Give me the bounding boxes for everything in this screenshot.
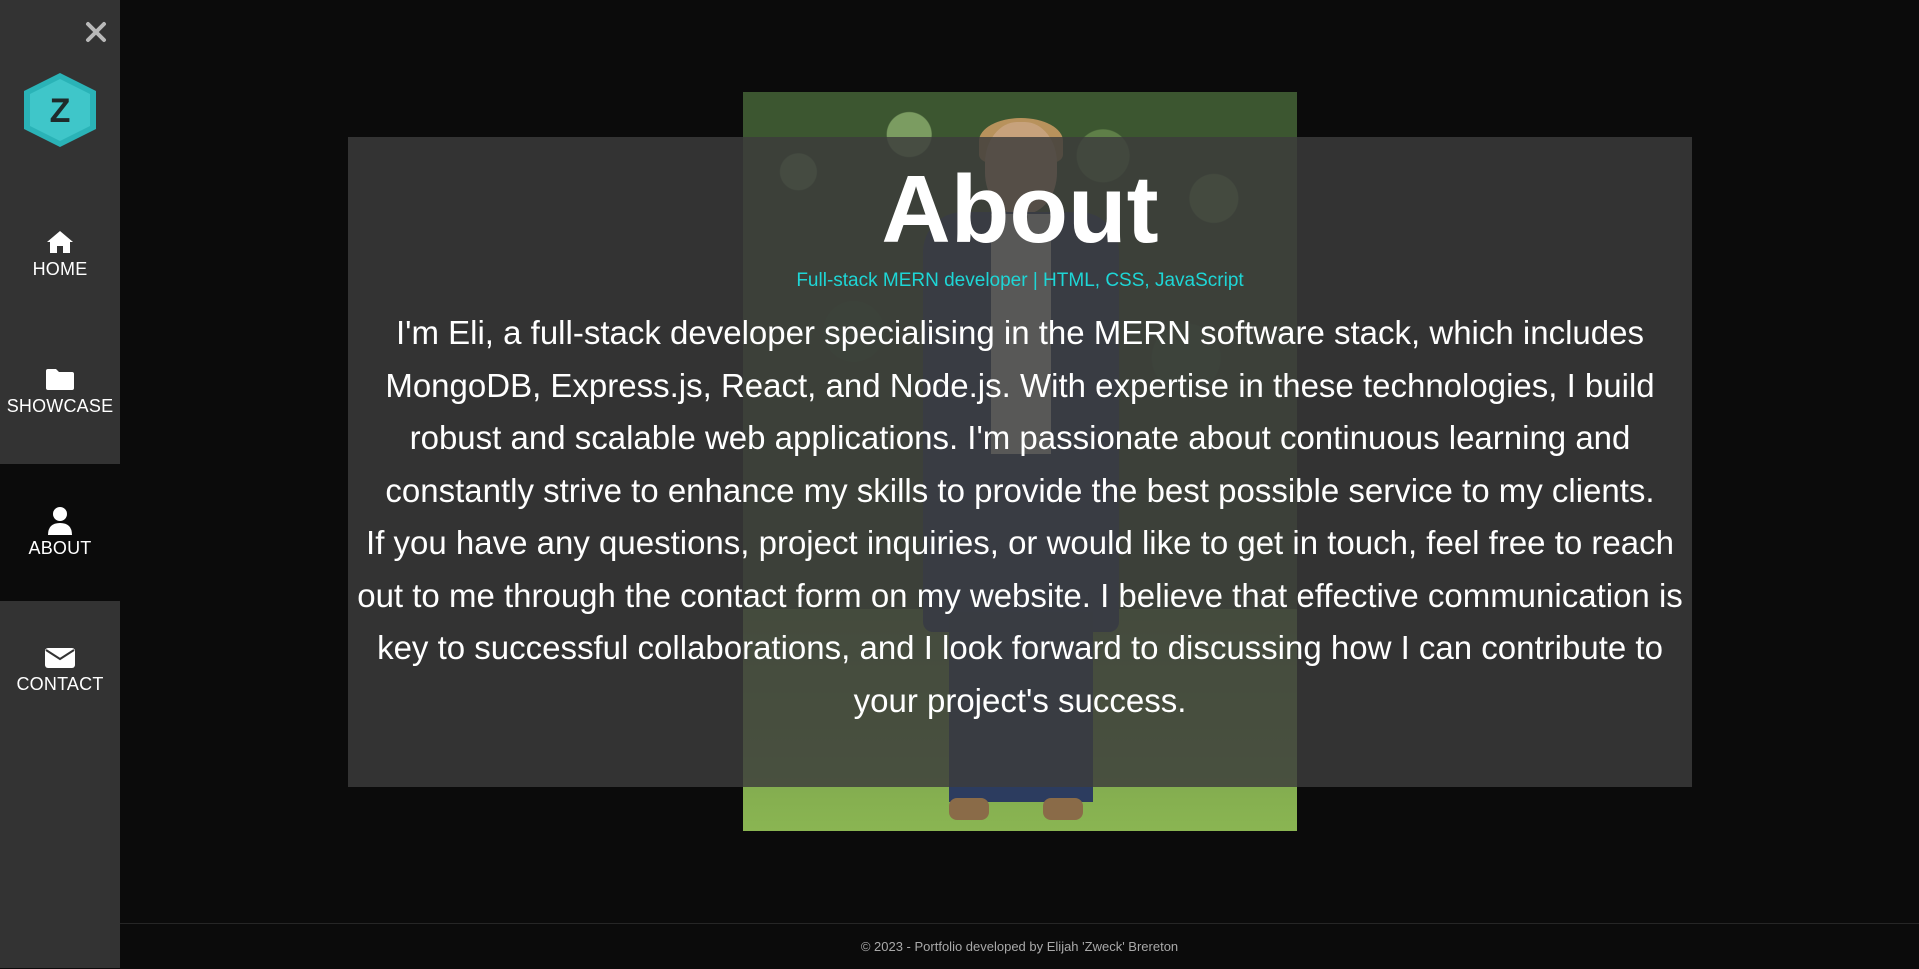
- sidebar-item-home[interactable]: HOME: [0, 185, 120, 322]
- about-subtitle: Full-stack MERN developer | HTML, CSS, J…: [796, 270, 1244, 291]
- about-paragraph: I'm Eli, a full-stack developer speciali…: [385, 314, 1655, 509]
- close-icon[interactable]: [80, 16, 112, 48]
- footer: © 2023 - Portfolio developed by Elijah '…: [120, 923, 1919, 969]
- sidebar-item-label: ABOUT: [28, 538, 92, 558]
- folder-icon: [44, 364, 76, 394]
- sidebar: Z HOME SHOWCASE ABOUT CONTACT: [0, 0, 120, 968]
- logo-letter: Z: [50, 92, 71, 130]
- about-panel: About Full-stack MERN developer | HTML, …: [348, 137, 1692, 787]
- user-icon: [44, 506, 76, 536]
- sidebar-item-label: CONTACT: [16, 674, 104, 694]
- envelope-icon: [44, 642, 76, 672]
- sidebar-item-label: SHOWCASE: [6, 396, 114, 416]
- sidebar-item-about[interactable]: ABOUT: [0, 464, 120, 601]
- sidebar-item-label: HOME: [32, 259, 88, 279]
- page-title: About: [881, 156, 1159, 263]
- footer-text: © 2023 - Portfolio developed by Elijah '…: [860, 939, 1179, 954]
- home-icon: [44, 227, 76, 257]
- sidebar-item-contact[interactable]: CONTACT: [0, 600, 120, 737]
- about-body: I'm Eli, a full-stack developer speciali…: [356, 307, 1684, 727]
- about-paragraph: If you have any questions, project inqui…: [357, 524, 1683, 719]
- sidebar-item-showcase[interactable]: SHOWCASE: [0, 322, 120, 459]
- logo[interactable]: Z: [18, 70, 102, 150]
